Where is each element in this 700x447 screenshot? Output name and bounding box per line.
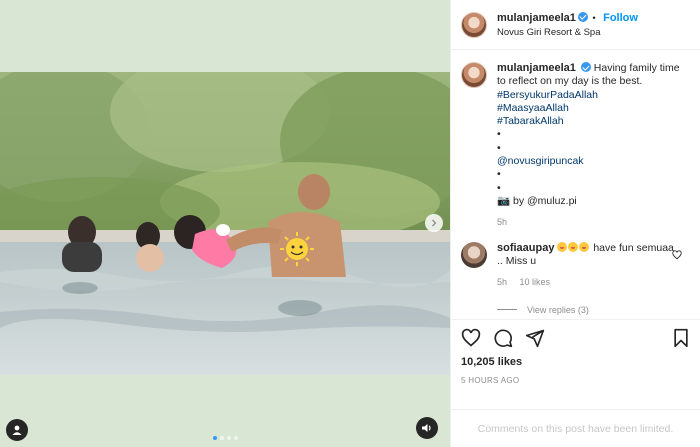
chevron-right-icon	[432, 219, 437, 227]
carousel-dot	[212, 436, 217, 440]
post-sidebar: mulanjameela1 • Follow Novus Giri Resort…	[450, 0, 700, 447]
caption: mulanjameela1 Having family time to refl…	[461, 62, 690, 230]
carousel-dot	[226, 436, 231, 440]
photo-credit: 📷 by @muluz.pi	[497, 194, 577, 207]
carousel-dot	[233, 436, 238, 440]
caption-time[interactable]: 5h	[497, 216, 682, 229]
follow-button[interactable]: Follow	[603, 12, 638, 24]
location-link[interactable]: Novus Giri Resort & Spa	[497, 26, 638, 40]
comment-time[interactable]: 5h	[497, 277, 507, 287]
caption-bullet: •	[497, 168, 501, 181]
view-replies-label: View replies (3)	[527, 304, 589, 315]
comment-username[interactable]: sofiaaupay	[497, 242, 554, 254]
avatar[interactable]	[461, 241, 487, 268]
caption-bullet: •	[497, 181, 501, 194]
emoji-icon	[568, 241, 579, 252]
caption-bullet: •	[497, 141, 501, 154]
hashtag-link[interactable]: #TabarakAllah	[497, 115, 682, 128]
caption-bullet: •	[497, 128, 501, 141]
avatar[interactable]	[461, 62, 487, 88]
emoji-icon	[557, 241, 568, 252]
mention-link[interactable]: @novusgiripuncak	[497, 155, 682, 168]
post-timestamp[interactable]: 5 HOURS AGO	[461, 376, 690, 385]
heart-icon[interactable]	[672, 249, 682, 260]
carousel-indicator	[0, 436, 450, 440]
sound-icon	[422, 424, 431, 432]
verified-badge-icon	[577, 11, 588, 22]
comment-likes[interactable]: 10 likes	[520, 277, 551, 287]
hashtag-link[interactable]: #MaasyaaAllah	[497, 102, 682, 115]
user-tag-icon	[12, 425, 22, 435]
hashtag-link[interactable]: #BersyukurPadaAllah	[497, 89, 682, 102]
bookmark-icon[interactable]	[672, 328, 690, 348]
post-modal: mulanjameela1 • Follow Novus Giri Resort…	[0, 0, 700, 447]
emoji-icon	[579, 241, 590, 252]
avatar[interactable]	[461, 11, 487, 38]
comments-section: mulanjameela1 Having family time to refl…	[451, 50, 700, 319]
post-actions: 10,205 likes 5 HOURS AGO	[451, 319, 700, 409]
follow-separator: •	[592, 12, 596, 24]
post-header: mulanjameela1 • Follow Novus Giri Resort…	[451, 0, 700, 50]
likes-count[interactable]: 10,205 likes	[461, 356, 690, 368]
header-username[interactable]: mulanjameela1	[497, 12, 576, 24]
verified-badge-icon	[580, 62, 591, 72]
replies-divider	[497, 309, 517, 311]
comment-icon[interactable]	[493, 328, 513, 348]
carousel-dot	[219, 436, 224, 440]
next-slide-button[interactable]	[425, 214, 443, 232]
view-replies-button[interactable]: View replies (3)	[497, 305, 690, 315]
comment-item: sofiaaupay have fun semuaa .. Miss u 5h …	[461, 241, 690, 289]
heart-icon[interactable]	[461, 328, 481, 348]
caption-username[interactable]: mulanjameela1	[497, 62, 576, 74]
comments-limited-notice: Comments on this post have been limited.	[451, 409, 700, 447]
post-media[interactable]	[0, 0, 450, 447]
share-icon[interactable]	[525, 328, 545, 348]
post-photo	[0, 72, 450, 375]
